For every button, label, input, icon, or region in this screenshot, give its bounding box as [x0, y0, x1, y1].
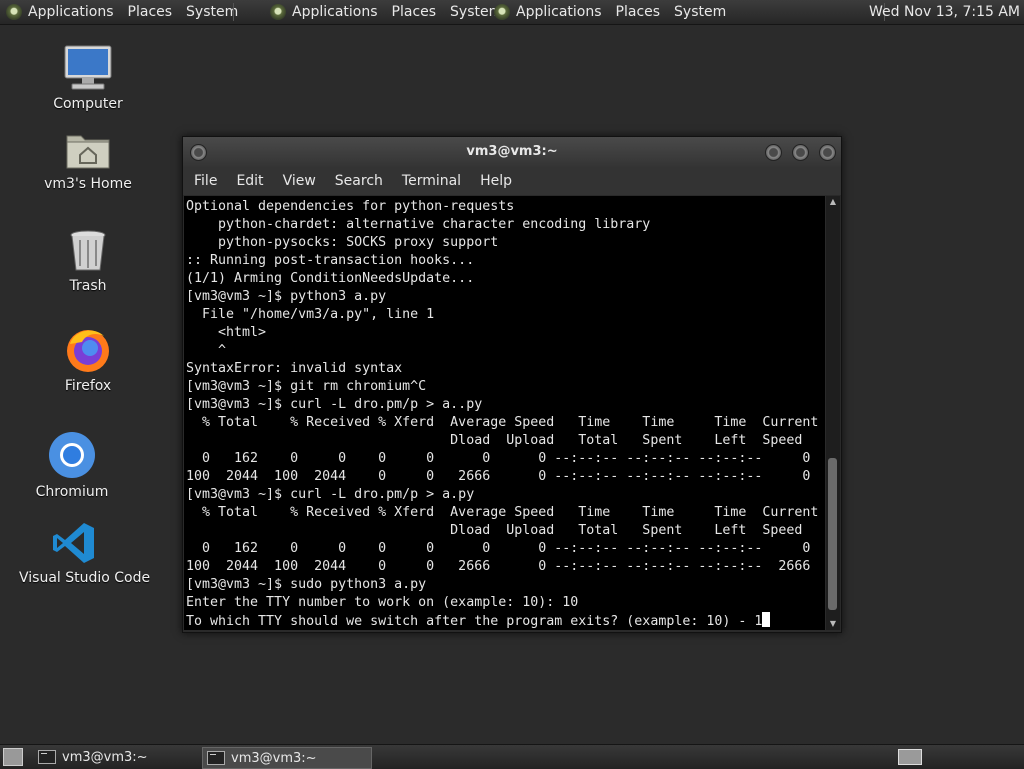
menu-file[interactable]: File [194, 173, 217, 189]
clock[interactable]: Wed Nov 13, 7:15 AM [869, 0, 1020, 24]
close-button[interactable] [819, 144, 836, 161]
terminal-menubar: File Edit View Search Terminal Help [183, 167, 841, 195]
home-folder-icon [66, 135, 110, 169]
desktop-icon-vscode[interactable]: Visual Studio Code [19, 520, 151, 586]
firefox-icon [67, 330, 109, 372]
desktop-icon-label: Chromium [35, 484, 109, 500]
menu-help[interactable]: Help [480, 173, 512, 189]
terminal-line: Enter the TTY number to work on (example… [186, 595, 579, 610]
desktop-icon-computer[interactable]: Computer [33, 44, 143, 112]
menu-terminal[interactable]: Terminal [402, 173, 461, 189]
terminal-line: [vm3@vm3 ~]$ curl -L dro.pm/p > a..py [186, 397, 483, 412]
terminal-scrollbar[interactable]: ▲ ▼ [826, 196, 840, 630]
chromium-icon [49, 432, 95, 478]
taskbar-item-active[interactable]: vm3@vm3:~ [202, 747, 372, 769]
computer-icon [64, 45, 112, 90]
bottom-panel: vm3@vm3:~ vm3@vm3:~ [0, 744, 1024, 769]
terminal-line: ^ [218, 343, 227, 358]
terminal-line: 0 162 0 0 0 0 0 0 --:--:-- --:--:-- --:-… [202, 451, 811, 466]
applications-menu[interactable]: Applications [28, 4, 114, 20]
desktop-icon-firefox[interactable]: Firefox [33, 326, 143, 394]
panel-menu-group-1: Applications Places System [6, 0, 252, 24]
workspace-switcher[interactable] [898, 749, 922, 765]
terminal-line: % Total % Received % Xferd Average Speed… [202, 505, 819, 520]
desktop-icon-home[interactable]: vm3's Home [33, 128, 143, 192]
terminal-line: python-chardet: alternative character en… [218, 217, 651, 232]
vscode-icon [53, 523, 94, 563]
show-desktop-button[interactable] [3, 748, 23, 766]
terminal-line: 100 2044 100 2044 0 0 2666 0 --:--:-- --… [186, 559, 811, 574]
panel-separator [233, 3, 234, 21]
desktop-icon-chromium[interactable]: Chromium [17, 430, 127, 500]
applications-menu[interactable]: Applications [516, 4, 602, 20]
taskbar-item-label: vm3@vm3:~ [231, 750, 317, 766]
trash-icon [70, 230, 106, 271]
places-menu[interactable]: Places [128, 4, 173, 20]
terminal-line: % Total % Received % Xferd Average Speed… [202, 415, 819, 430]
terminal-icon [38, 750, 56, 764]
scrollbar-thumb[interactable] [828, 458, 837, 610]
desktop-icon-trash[interactable]: Trash [33, 228, 143, 294]
terminal-line: Optional dependencies for python-request… [186, 199, 515, 214]
terminal-line: [vm3@vm3 ~]$ curl -L dro.pm/p > a.py [186, 487, 475, 502]
scroll-up-arrow-icon[interactable]: ▲ [826, 196, 840, 208]
places-menu[interactable]: Places [392, 4, 437, 20]
gnome-foot-icon [6, 4, 22, 20]
panel-menu-group-3: Applications Places System [494, 0, 740, 24]
applications-menu[interactable]: Applications [292, 4, 378, 20]
terminal-line: [vm3@vm3 ~]$ python3 a.py [186, 289, 387, 304]
terminal-text[interactable]: Optional dependencies for python-request… [184, 196, 825, 630]
terminal-line: 100 2044 100 2044 0 0 2666 0 --:--:-- --… [186, 469, 811, 484]
desktop-icon-label: Trash [69, 278, 107, 294]
terminal-line: python-pysocks: SOCKS proxy support [218, 235, 499, 250]
top-panel: Applications Places System Applications … [0, 0, 1024, 25]
terminal-cursor [762, 612, 771, 627]
minimize-button[interactable] [765, 144, 782, 161]
taskbar-item-label: vm3@vm3:~ [62, 749, 148, 765]
system-menu[interactable]: System [186, 4, 238, 20]
taskbar-item[interactable]: vm3@vm3:~ [34, 747, 198, 767]
desktop-icon-label: Firefox [64, 378, 112, 394]
terminal-line: [vm3@vm3 ~]$ sudo python3 a.py [186, 577, 427, 592]
system-menu[interactable]: System [674, 4, 726, 20]
gnome-foot-icon [494, 4, 510, 20]
terminal-line: (1/1) Arming ConditionNeedsUpdate... [186, 271, 475, 286]
terminal-line: <html> [218, 325, 267, 340]
places-menu[interactable]: Places [616, 4, 661, 20]
terminal-line: [vm3@vm3 ~]$ git rm chromium^C [186, 379, 427, 394]
maximize-button[interactable] [792, 144, 809, 161]
desktop-icon-label: Computer [53, 96, 123, 112]
terminal-prompt-line: To which TTY should we switch after the … [186, 614, 763, 629]
terminal-line: Dload Upload Total Spent Left Speed [450, 433, 803, 448]
gnome-foot-icon [270, 4, 286, 20]
terminal-line: File "/home/vm3/a.py", line 1 [202, 307, 435, 322]
terminal-line: 0 162 0 0 0 0 0 0 --:--:-- --:--:-- --:-… [202, 541, 811, 556]
desktop-icon-label: Visual Studio Code [19, 570, 151, 586]
panel-menu-group-2: Applications Places System [270, 0, 516, 24]
menu-view[interactable]: View [283, 173, 316, 189]
terminal-icon [207, 751, 225, 765]
terminal-output[interactable]: Optional dependencies for python-request… [184, 196, 825, 630]
window-titlebar[interactable]: vm3@vm3:~ [183, 137, 841, 167]
terminal-line: Dload Upload Total Spent Left Speed [450, 523, 803, 538]
menu-search[interactable]: Search [335, 173, 383, 189]
terminal-line: SyntaxError: invalid syntax [186, 361, 403, 376]
menu-edit[interactable]: Edit [236, 173, 263, 189]
terminal-window[interactable]: vm3@vm3:~ File Edit View Search Terminal… [182, 136, 842, 633]
scroll-down-arrow-icon[interactable]: ▼ [826, 618, 840, 630]
terminal-line: :: Running post-transaction hooks... [186, 253, 475, 268]
desktop-icon-label: vm3's Home [44, 176, 132, 192]
window-title: vm3@vm3:~ [466, 144, 558, 159]
